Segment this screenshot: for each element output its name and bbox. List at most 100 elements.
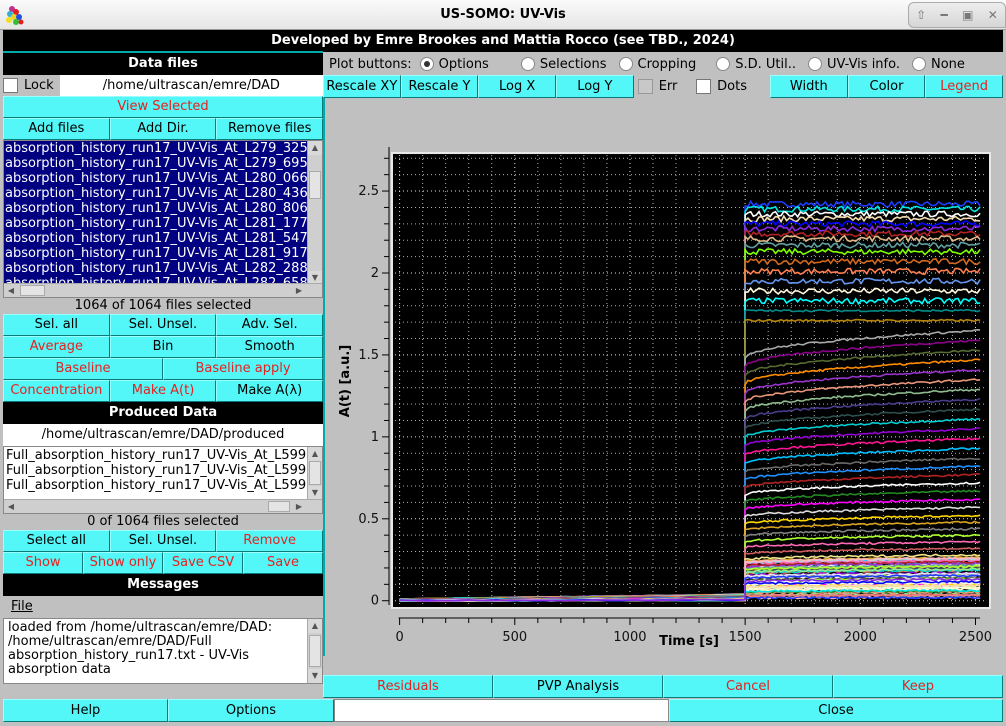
data-files-vscrollbar[interactable]: ▲ ▼ [307,141,322,285]
absorbance-chart[interactable]: 0 0.5 1 1.5 2 2.5 0 500 1000 1500 2000 2500 A(t) [a… [325,98,1003,656]
view-selected-button[interactable]: View Selected [3,96,323,118]
scroll-left-icon[interactable]: ◀ [4,500,18,513]
add-files-button[interactable]: Add files [3,118,110,140]
concentration-button[interactable]: Concentration [3,380,110,402]
help-button[interactable]: Help [3,699,168,722]
data-file-item[interactable]: absorption_history_run17_UV-Vis_At_L280_… [5,186,307,201]
lock-checkbox[interactable] [3,78,18,93]
scroll-left-icon[interactable]: ◀ [4,284,18,297]
radio-button-icon[interactable] [520,57,535,71]
data-file-item[interactable]: absorption_history_run17_UV-Vis_At_L281_… [5,231,307,246]
radio-button-icon[interactable] [912,57,926,71]
residuals-button[interactable]: Residuals [323,675,493,698]
scroll-up-icon[interactable]: ▲ [308,141,322,155]
data-files-hscrollbar[interactable]: ◀ ▶ [4,283,322,297]
cancel-button[interactable]: Cancel [663,675,833,698]
log-y-button[interactable]: Log Y [556,75,634,98]
scroll-down-icon[interactable]: ▼ [308,486,322,500]
sel-all-button[interactable]: Sel. all [3,314,110,336]
data-files-list[interactable]: absorption_history_run17_UV-Vis_At_L279_… [3,140,323,298]
produced-data-header: Produced Data [3,402,323,424]
radio-sd-util[interactable]: S.D. Util.. [716,57,796,72]
plot-buttons-row: Plot buttons: Options Selections Croppin… [323,53,1003,75]
scroll-thumb[interactable] [309,171,321,199]
produced-file-item[interactable]: Full_absorption_history_run17_UV-Vis_At_… [6,478,306,493]
produced-file-item[interactable]: Full_absorption_history_run17_UV-Vis_At_… [6,463,306,478]
scroll-down-icon[interactable]: ▼ [308,669,322,683]
dots-checkbox[interactable] [696,79,712,94]
status-field[interactable] [334,699,669,722]
radio-button-icon[interactable] [618,57,633,71]
scroll-up-icon[interactable]: ▲ [308,447,322,461]
scroll-thumb[interactable] [309,461,321,485]
average-button[interactable]: Average [3,336,110,358]
radio-selections[interactable]: Selections [520,57,607,72]
data-file-item[interactable]: absorption_history_run17_UV-Vis_At_L280_… [5,171,307,186]
baseline-apply-button[interactable]: Baseline apply [163,358,323,380]
file-menu-label[interactable]: File [11,599,33,614]
data-file-item[interactable]: absorption_history_run17_UV-Vis_At_L281_… [5,246,307,261]
produced-vscrollbar[interactable]: ▲ ▼ [307,447,322,500]
produced-hscrollbar[interactable]: ◀ ▶ [4,499,322,513]
baseline-button[interactable]: Baseline [3,358,163,380]
up-icon[interactable]: ⇧ [916,8,926,22]
messages-textarea[interactable]: loaded from /home/ultrascan/emre/DAD: /h… [3,618,323,684]
dots-toggle[interactable]: Dots [692,79,770,94]
radio-options[interactable]: Options [419,57,509,72]
data-files-header: Data files [3,53,323,75]
width-button[interactable]: Width [769,75,848,98]
log-x-button[interactable]: Log X [478,75,557,98]
keep-button[interactable]: Keep [833,675,1003,698]
data-file-item[interactable]: absorption_history_run17_UV-Vis_At_L280_… [5,201,307,216]
adv-sel-button[interactable]: Adv. Sel. [216,314,324,336]
save-csv-button[interactable]: Save CSV [163,552,243,574]
bin-button[interactable]: Bin [109,336,217,358]
data-file-item[interactable]: absorption_history_run17_UV-Vis_At_L279_… [5,156,307,171]
sel-unsel-button[interactable]: Sel. Unsel. [109,314,217,336]
remove-files-button[interactable]: Remove files [216,118,324,140]
hscroll-thumb[interactable] [268,501,290,512]
scroll-up-icon[interactable]: ▲ [308,619,322,633]
minimize-icon[interactable]: ━ [941,8,948,22]
add-dir-button[interactable]: Add Dir. [109,118,217,140]
show-only-button[interactable]: Show only [83,552,163,574]
data-file-item[interactable]: absorption_history_run17_UV-Vis_At_L281_… [5,216,307,231]
data-file-item[interactable]: absorption_history_run17_UV-Vis_At_L279_… [5,141,307,156]
scroll-right-icon[interactable]: ▶ [292,500,306,513]
make-at-button[interactable]: Make A(t) [109,380,217,402]
scroll-thumb[interactable] [309,635,321,667]
lock-row: Lock /home/ultrascan/emre/DAD [3,75,323,96]
remove-button[interactable]: Remove [216,530,324,552]
radio-uvvis-info[interactable]: UV-Vis info. [808,57,900,72]
radio-none[interactable]: None [912,57,965,72]
radio-cropping[interactable]: Cropping [618,57,705,72]
produced-sel-unsel-button[interactable]: Sel. Unsel. [109,530,217,552]
close-button[interactable]: Close [669,699,1003,722]
pvp-analysis-button[interactable]: PVP Analysis [493,675,663,698]
data-path-field[interactable]: /home/ultrascan/emre/DAD [59,75,323,96]
err-checkbox[interactable] [637,79,653,94]
rescale-xy-button[interactable]: Rescale XY [323,75,401,98]
radio-button-icon[interactable] [419,57,434,71]
make-alambda-button[interactable]: Make A(λ) [216,380,324,402]
file-menu[interactable]: File [3,596,323,618]
scroll-right-icon[interactable]: ▶ [292,284,306,297]
legend-button[interactable]: Legend [925,75,1003,98]
hscroll-thumb[interactable] [20,285,45,296]
maximize-icon[interactable]: ▣ [962,8,973,22]
options-button[interactable]: Options [168,699,334,722]
radio-button-icon[interactable] [808,57,822,71]
save-button[interactable]: Save [243,552,323,574]
smooth-button[interactable]: Smooth [216,336,324,358]
rescale-y-button[interactable]: Rescale Y [400,75,479,98]
produced-file-item[interactable]: Full_absorption_history_run17_UV-Vis_At_… [6,448,306,463]
show-button[interactable]: Show [3,552,83,574]
produced-files-list[interactable]: Full_absorption_history_run17_UV-Vis_At_… [3,446,323,514]
close-icon[interactable]: ✕ [988,8,998,22]
data-file-item[interactable]: absorption_history_run17_UV-Vis_At_L282_… [5,261,307,276]
select-all-button[interactable]: Select all [3,530,110,552]
radio-button-icon[interactable] [716,57,731,71]
err-toggle[interactable]: Err [634,79,692,94]
color-button[interactable]: Color [847,75,926,98]
messages-vscrollbar[interactable]: ▲ ▼ [307,619,322,683]
